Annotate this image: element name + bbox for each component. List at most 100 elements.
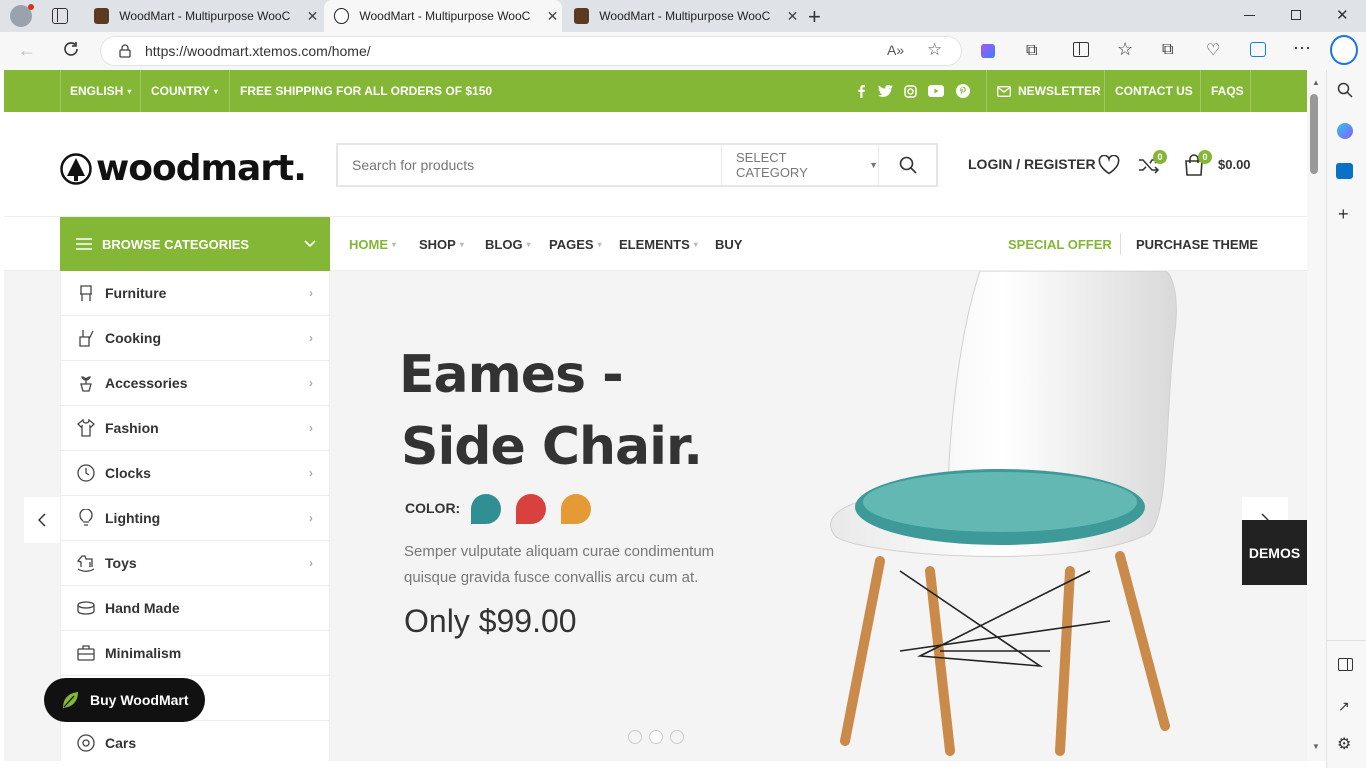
page-scrollbar[interactable]: ▲ ▼ xyxy=(1307,70,1326,761)
leaf-icon xyxy=(63,692,78,708)
category-select[interactable]: SELECT CATEGORY ▼ xyxy=(721,145,878,185)
favorite-star-icon[interactable]: ☆ xyxy=(927,40,942,60)
nav-pages[interactable]: PAGES ▾ xyxy=(549,217,602,271)
bing-chat-icon[interactable] xyxy=(1330,35,1358,65)
demos-button[interactable]: DEMOS xyxy=(1242,520,1307,585)
nav-home[interactable]: HOME ▾ xyxy=(349,217,396,271)
category-accessories[interactable]: Accessories › xyxy=(61,361,329,406)
category-fashion[interactable]: Fashion › xyxy=(61,406,329,451)
site-logo[interactable]: woodmart. xyxy=(60,148,307,189)
chevron-left-icon xyxy=(38,513,46,527)
color-swatch-red[interactable] xyxy=(516,494,546,524)
purchase-theme-label: PURCHASE THEME xyxy=(1136,236,1259,252)
top-bar: ENGLISH ▾ COUNTRY ▾ FREE SHIPPING FOR ALL … xyxy=(4,70,1307,112)
new-tab-icon[interactable]: + xyxy=(808,4,821,30)
tab-title: WoodMart - Multipurpose WooC xyxy=(599,9,771,23)
special-offer-link[interactable]: SPECIAL OFFER xyxy=(1008,217,1112,271)
tab-title: WoodMart - Multipurpose WooC xyxy=(359,9,531,23)
category-clocks[interactable]: Clocks › xyxy=(61,451,329,496)
performance-icon[interactable]: ♡ xyxy=(1206,40,1220,60)
nav-elements[interactable]: ELEMENTS ▾ xyxy=(619,217,698,271)
address-bar[interactable]: https://woodmart.xtemos.com/home/ A» ☆ xyxy=(100,36,962,66)
chevron-down-icon xyxy=(304,240,316,248)
nav-shop[interactable]: SHOP ▾ xyxy=(419,217,464,271)
rocking-horse-icon xyxy=(77,554,103,572)
instagram-icon[interactable] xyxy=(904,70,917,112)
cooking-utensils-icon xyxy=(77,329,103,347)
sidebar-search-icon[interactable] xyxy=(1337,82,1353,98)
pinterest-icon[interactable] xyxy=(956,70,970,112)
open-in-window-icon[interactable]: ↗ xyxy=(1338,698,1350,715)
login-register-link[interactable]: LOGIN / REGISTER xyxy=(968,156,1096,172)
close-window-icon[interactable]: ✕ xyxy=(1336,6,1349,24)
tab-actions-icon[interactable] xyxy=(52,8,68,24)
lock-icon[interactable] xyxy=(119,44,131,58)
nav-buy[interactable]: BUY xyxy=(715,217,742,271)
facebook-icon[interactable] xyxy=(856,70,866,112)
extensions-icon[interactable]: ⧉ xyxy=(1026,42,1037,60)
close-tab-icon[interactable]: ✕ xyxy=(543,8,562,25)
search-input[interactable] xyxy=(338,145,721,185)
country-selector[interactable]: COUNTRY ▾ xyxy=(151,70,218,112)
category-cooking[interactable]: Cooking › xyxy=(61,316,329,361)
search-button[interactable] xyxy=(878,145,936,185)
color-swatch-orange[interactable] xyxy=(561,494,591,524)
address-toolbar: ← https://woodmart.xtemos.com/home/ A» ☆… xyxy=(0,32,1366,70)
country-label: COUNTRY xyxy=(151,84,210,98)
hamburger-menu-icon xyxy=(76,238,92,250)
copilot-app-icon[interactable] xyxy=(1337,123,1353,139)
more-menu-icon[interactable]: ⋯ xyxy=(1293,38,1312,59)
buy-woodmart-button[interactable]: Buy WoodMart xyxy=(44,678,205,722)
newsletter-link[interactable]: NEWSLETTER xyxy=(997,70,1101,112)
wishlist-heart-icon[interactable] xyxy=(1098,155,1120,175)
divider xyxy=(1327,640,1366,641)
outlook-icon[interactable] xyxy=(1336,163,1353,179)
category-furniture[interactable]: Furniture › xyxy=(61,271,329,316)
browser-essentials-icon[interactable] xyxy=(1250,42,1266,57)
read-aloud-icon[interactable]: A» xyxy=(887,42,904,58)
browser-tab-2-active[interactable]: WoodMart - Multipurpose WooC ✕ xyxy=(324,0,562,32)
browser-tab-1[interactable]: WoodMart - Multipurpose WooC ✕ xyxy=(84,0,322,32)
slider-dot-1[interactable] xyxy=(628,730,642,744)
scroll-up-arrow-icon[interactable]: ▲ xyxy=(1312,78,1320,87)
copilot-icon[interactable] xyxy=(981,44,995,58)
site-header: woodmart. SELECT CATEGORY ▼ LOGIN / REGI… xyxy=(4,112,1307,217)
back-icon[interactable]: ← xyxy=(18,40,36,61)
collections-icon[interactable]: ⧉ xyxy=(1162,41,1173,59)
restore-icon[interactable] xyxy=(1291,10,1301,20)
split-screen-icon[interactable] xyxy=(1073,42,1089,57)
hide-sidebar-icon[interactable] xyxy=(1338,658,1353,671)
category-cars[interactable]: Cars xyxy=(61,721,329,761)
nav-blog[interactable]: BLOG ▾ xyxy=(485,217,531,271)
cart-count-badge: 0 xyxy=(1198,150,1212,164)
category-minimalism[interactable]: Minimalism xyxy=(61,631,329,676)
scrollbar-thumb[interactable] xyxy=(1310,94,1318,174)
language-selector[interactable]: ENGLISH ▾ xyxy=(70,70,131,112)
scroll-down-arrow-icon[interactable]: ▼ xyxy=(1312,742,1320,751)
category-lighting[interactable]: Lighting › xyxy=(61,496,329,541)
divider xyxy=(60,70,61,112)
minimize-icon[interactable] xyxy=(1244,15,1255,16)
browse-categories-button[interactable]: BROWSE CATEGORIES xyxy=(60,217,330,271)
slider-dot-2-active[interactable] xyxy=(649,730,663,744)
refresh-icon[interactable] xyxy=(62,40,80,58)
purchase-theme-link[interactable]: PURCHASE THEME xyxy=(1136,217,1258,271)
contact-us-link[interactable]: CONTACT US xyxy=(1115,70,1193,112)
slider-prev-button[interactable] xyxy=(24,497,60,543)
browser-tab-3[interactable]: WoodMart - Multipurpose WooC ✕ xyxy=(564,0,802,32)
favorites-icon[interactable]: ☆ xyxy=(1117,39,1133,60)
close-tab-icon[interactable]: ✕ xyxy=(783,8,802,25)
logo-text: woodmart. xyxy=(96,148,307,189)
color-swatch-teal[interactable] xyxy=(471,494,501,524)
slider-dot-3[interactable] xyxy=(670,730,684,744)
category-toys[interactable]: Toys › xyxy=(61,541,329,586)
category-hand-made[interactable]: Hand Made xyxy=(61,586,329,631)
add-sidebar-app-icon[interactable]: + xyxy=(1338,204,1349,225)
faqs-link[interactable]: FAQS xyxy=(1211,70,1244,112)
close-tab-icon[interactable]: ✕ xyxy=(303,8,322,25)
sidebar-settings-gear-icon[interactable]: ⚙ xyxy=(1337,734,1351,754)
youtube-icon[interactable] xyxy=(928,70,944,112)
twitter-icon[interactable] xyxy=(878,70,893,112)
description-line: Semper vulputate aliquam curae condiment… xyxy=(404,543,715,560)
cart-total[interactable]: $0.00 xyxy=(1218,157,1251,172)
